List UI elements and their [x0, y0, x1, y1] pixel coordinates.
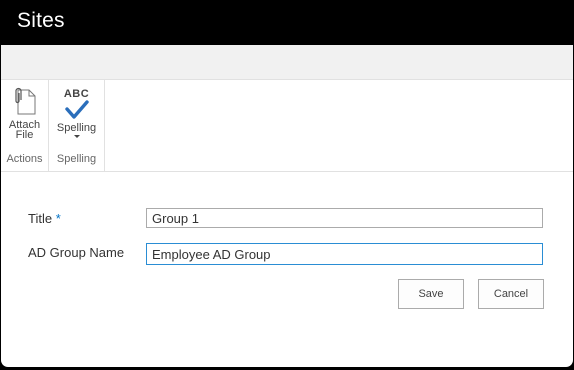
spelling-label: Spelling	[56, 122, 97, 134]
title-input[interactable]	[146, 208, 543, 228]
spelling-button[interactable]: ABC Spelling	[49, 88, 104, 138]
paperclip-document-icon	[14, 87, 35, 115]
title-label: Title	[28, 211, 53, 226]
attach-file-label-line2: File	[15, 129, 34, 141]
dialog-title: Sites	[17, 9, 65, 32]
dialog-body: Attach File Actions ABC Spelling Spellin…	[1, 45, 573, 367]
group-label-actions: Actions	[6, 153, 43, 165]
group-label-spelling: Spelling	[56, 153, 97, 165]
ad-group-name-input[interactable]	[146, 243, 543, 265]
title-bar: Sites	[0, 0, 574, 45]
dialog-frame: Sites Attach File Actions ABC Spelling S…	[0, 0, 574, 370]
ad-group-name-label: AD Group Name	[28, 245, 125, 260]
save-button[interactable]: Save	[398, 279, 464, 309]
title-label-wrapper: Title *	[28, 211, 61, 226]
ribbon-tab-strip	[1, 45, 573, 80]
cancel-button[interactable]: Cancel	[478, 279, 544, 309]
chevron-down-icon[interactable]	[73, 135, 80, 138]
required-marker: *	[55, 211, 61, 226]
ribbon-group-spelling: ABC Spelling Spelling	[49, 80, 105, 171]
attach-file-button[interactable]: Attach File	[1, 86, 48, 141]
spelling-check-icon	[64, 100, 89, 119]
ribbon-group-actions: Attach File Actions	[1, 80, 49, 171]
ribbon: Attach File Actions ABC Spelling Spellin…	[1, 80, 573, 172]
abc-label: ABC	[63, 88, 90, 100]
